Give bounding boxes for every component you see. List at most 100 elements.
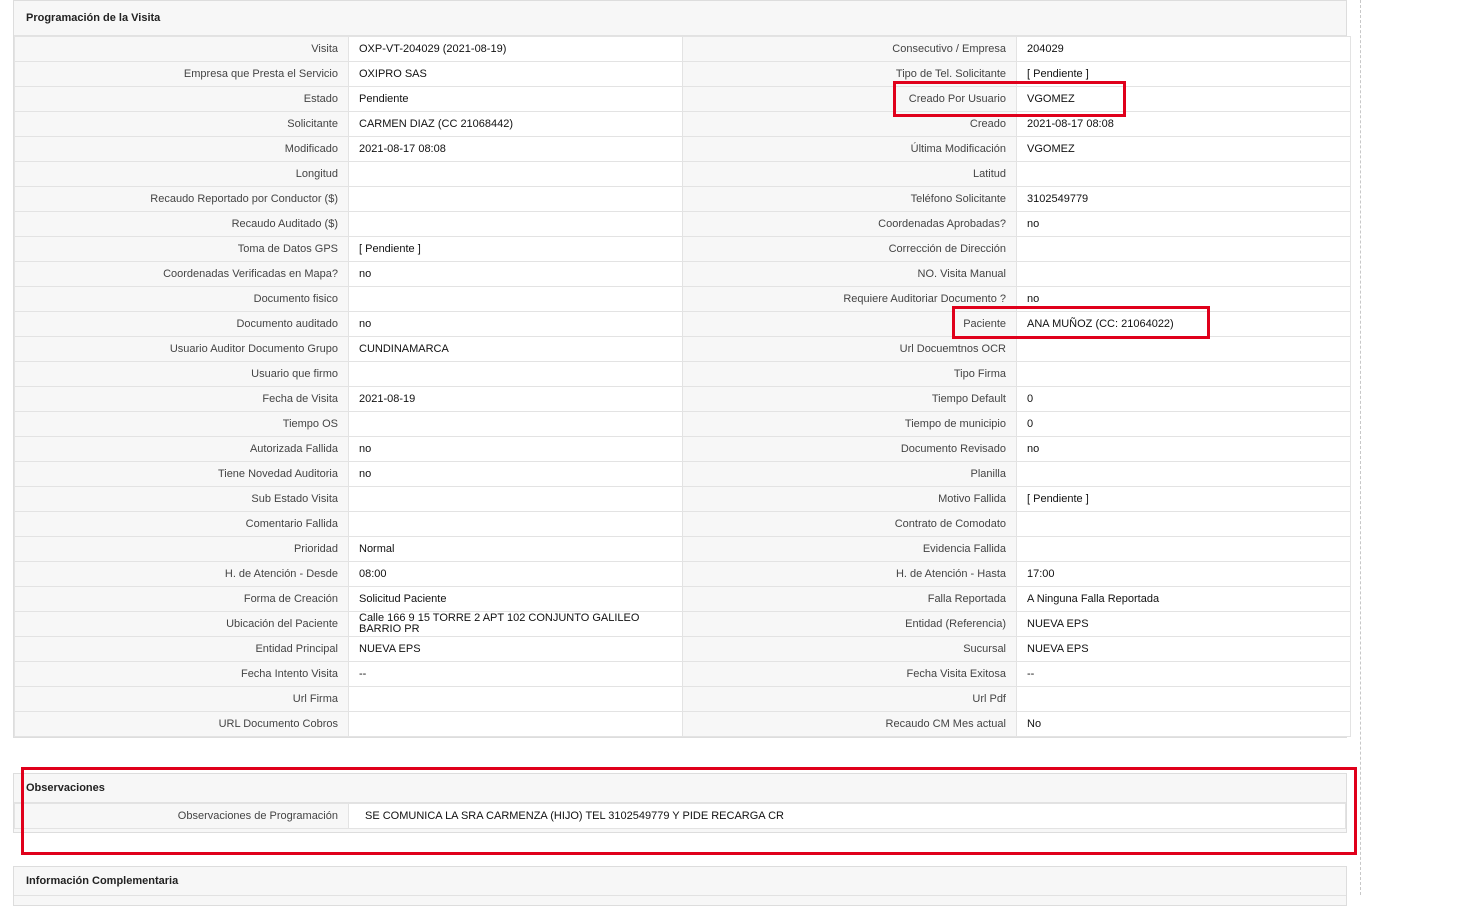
observaciones-label: Observaciones de Programación xyxy=(14,803,349,829)
field-value: 2021-08-17 08:08 xyxy=(1016,111,1351,137)
field-label: Url Docuemtnos OCR xyxy=(682,336,1017,362)
field-label: H. de Atención - Hasta xyxy=(682,561,1017,587)
field-label: Usuario Auditor Documento Grupo xyxy=(14,336,349,362)
field-value: VGOMEZ xyxy=(1016,86,1351,112)
field-value: 0 xyxy=(1016,411,1351,437)
table-row: Comentario Fallida Contrato de Comodato xyxy=(14,511,1351,537)
field-value xyxy=(1016,361,1351,387)
field-label: Creado Por Usuario xyxy=(682,86,1017,112)
field-value xyxy=(1016,161,1351,187)
field-value: no xyxy=(348,461,683,487)
field-value xyxy=(1016,261,1351,287)
field-value: -- xyxy=(1016,661,1351,687)
field-value xyxy=(348,211,683,237)
field-value xyxy=(1016,236,1351,262)
field-label: Empresa que Presta el Servicio xyxy=(14,61,349,87)
field-value xyxy=(348,186,683,212)
field-label: Fecha Intento Visita xyxy=(14,661,349,687)
field-label: Planilla xyxy=(682,461,1017,487)
field-value: A Ninguna Falla Reportada xyxy=(1016,586,1351,612)
field-value: NUEVA EPS xyxy=(1016,611,1351,637)
table-row: Longitud Latitud xyxy=(14,161,1351,187)
table-row: Visita OXP-VT-204029 (2021-08-19) Consecut… xyxy=(14,36,1351,62)
field-value xyxy=(1016,511,1351,537)
field-value: 17:00 xyxy=(1016,561,1351,587)
field-label: Ubicación del Paciente xyxy=(14,611,349,637)
field-value: Pendiente xyxy=(348,86,683,112)
complementaria-title: Información Complementaria xyxy=(14,867,1346,896)
field-label: URL Documento Cobros xyxy=(14,711,349,737)
table-row: Modificado 2021-08-17 08:08 Última Modific… xyxy=(14,136,1351,162)
observaciones-value: SE COMUNICA LA SRA CARMENZA (HIJO) TEL 3… xyxy=(348,803,1346,829)
table-row: Forma de Creación Solicitud Paciente Falla… xyxy=(14,586,1351,612)
field-label: Paciente xyxy=(682,311,1017,337)
field-value xyxy=(1016,686,1351,712)
field-value xyxy=(348,411,683,437)
field-value xyxy=(348,486,683,512)
field-label: Usuario que firmo xyxy=(14,361,349,387)
field-value: NUEVA EPS xyxy=(348,636,683,662)
field-value: Solicitud Paciente xyxy=(348,586,683,612)
field-label: Sub Estado Visita xyxy=(14,486,349,512)
field-label: Requiere Auditoriar Documento ? xyxy=(682,286,1017,312)
field-value: Calle 166 9 15 TORRE 2 APT 102 CONJUNTO … xyxy=(348,611,683,637)
field-value: No xyxy=(1016,711,1351,737)
table-row: Fecha de Visita 2021-08-19 Tiempo Default… xyxy=(14,386,1351,412)
field-label: Entidad (Referencia) xyxy=(682,611,1017,637)
field-label: Recaudo Auditado ($) xyxy=(14,211,349,237)
programacion-panel: Programación de la Visita Visita OXP-VT-2… xyxy=(13,0,1351,738)
field-label: Tiempo Default xyxy=(682,386,1017,412)
field-value: no xyxy=(348,311,683,337)
field-label: Tiene Novedad Auditoria xyxy=(14,461,349,487)
table-row: H. de Atención - Desde 08:00 H. de Atenció… xyxy=(14,561,1351,587)
field-label: Comentario Fallida xyxy=(14,511,349,537)
field-label: Documento fisico xyxy=(14,286,349,312)
complementaria-panel: Información Complementaria xyxy=(13,866,1347,906)
field-value: NUEVA EPS xyxy=(1016,636,1351,662)
field-label: Estado xyxy=(14,86,349,112)
table-row: Solicitante CARMEN DIAZ (CC 21068442) Crea… xyxy=(14,111,1351,137)
field-value: ANA MUÑOZ (CC: 21064022) xyxy=(1016,311,1351,337)
field-value xyxy=(348,161,683,187)
field-label: Url Firma xyxy=(14,686,349,712)
field-label: Fecha Visita Exitosa xyxy=(682,661,1017,687)
table-row: Empresa que Presta el Servicio OXIPRO SAS… xyxy=(14,61,1351,87)
field-label: Tipo Firma xyxy=(682,361,1017,387)
field-value: [ Pendiente ] xyxy=(1016,486,1351,512)
observaciones-table: Observaciones de Programación SE COMUNIC… xyxy=(14,803,1346,829)
table-row: Autorizada Fallida no Documento Revisado … xyxy=(14,436,1351,462)
field-label: Sucursal xyxy=(682,636,1017,662)
field-label: Url Pdf xyxy=(682,686,1017,712)
field-label: Fecha de Visita xyxy=(14,386,349,412)
field-label: Creado xyxy=(682,111,1017,137)
table-row: Usuario Auditor Documento Grupo CUNDINAMA… xyxy=(14,336,1351,362)
field-value: 08:00 xyxy=(348,561,683,587)
field-label: Modificado xyxy=(14,136,349,162)
field-value: [ Pendiente ] xyxy=(1016,61,1351,87)
field-value: 2021-08-19 xyxy=(348,386,683,412)
field-label: Documento Revisado xyxy=(682,436,1017,462)
field-value: VGOMEZ xyxy=(1016,136,1351,162)
field-label: Forma de Creación xyxy=(14,586,349,612)
field-value: no xyxy=(1016,286,1351,312)
table-row: Toma de Datos GPS[ Pendiente ] Corrección… xyxy=(14,236,1351,262)
field-value: no xyxy=(1016,436,1351,462)
field-label: Recaudo CM Mes actual xyxy=(682,711,1017,737)
field-value xyxy=(1016,336,1351,362)
field-value: 3102549779 xyxy=(1016,186,1351,212)
field-label: Motivo Fallida xyxy=(682,486,1017,512)
table-row: Sub Estado Visita Motivo Fallida[ Pendien… xyxy=(14,486,1351,512)
field-label: H. de Atención - Desde xyxy=(14,561,349,587)
field-value xyxy=(1016,461,1351,487)
table-row: Estado Pendiente Creado Por Usuario VGOMEZ xyxy=(14,86,1351,112)
field-label: Tiempo de municipio xyxy=(682,411,1017,437)
field-label: Contrato de Comodato xyxy=(682,511,1017,537)
field-label: Tipo de Tel. Solicitante xyxy=(682,61,1017,87)
field-label: NO. Visita Manual xyxy=(682,261,1017,287)
field-label: Prioridad xyxy=(14,536,349,562)
field-value xyxy=(348,711,683,737)
field-label: Latitud xyxy=(682,161,1017,187)
field-label: Tiempo OS xyxy=(14,411,349,437)
field-value xyxy=(348,511,683,537)
table-row: Tiene Novedad Auditoria no Planilla xyxy=(14,461,1351,487)
